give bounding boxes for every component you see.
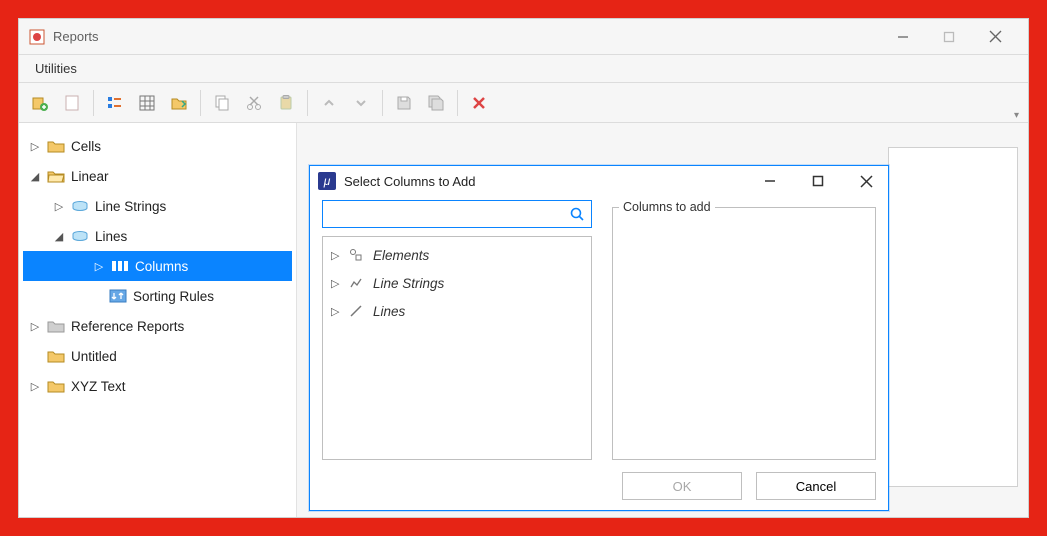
- minimize-button[interactable]: [880, 19, 926, 55]
- dialog-minimize-button[interactable]: [760, 175, 780, 188]
- move-up-button[interactable]: [314, 88, 344, 118]
- available-item-linestrings[interactable]: ▷ Line Strings: [327, 269, 587, 297]
- chevron-down-icon: ◢: [53, 230, 65, 243]
- maximize-button[interactable]: [926, 19, 972, 55]
- available-columns-tree[interactable]: ▷ Elements ▷ Line Strings ▷ Lines: [322, 236, 592, 460]
- folder-grey-icon: [47, 317, 65, 335]
- sort-icon: [109, 287, 127, 305]
- toolbar-separator: [200, 90, 201, 116]
- tree-item-reference-reports[interactable]: ▷ Reference Reports: [23, 311, 292, 341]
- dialog-title: Select Columns to Add: [344, 174, 476, 189]
- columns-icon: [111, 257, 129, 275]
- tree-item-sorting-rules[interactable]: Sorting Rules: [23, 281, 292, 311]
- chevron-right-icon: ▷: [53, 200, 65, 213]
- toolbar-overflow-icon[interactable]: ▾: [1014, 110, 1024, 120]
- toolbar: ▾: [19, 83, 1028, 123]
- chevron-right-icon: ▷: [29, 320, 41, 333]
- tree-item-label: Lines: [95, 229, 127, 244]
- linestring-icon: [349, 276, 365, 290]
- navigator-tree[interactable]: ▷ Cells ◢ Linear ▷: [19, 123, 297, 517]
- chevron-right-icon: ▷: [331, 277, 341, 290]
- dialog-body: ▷ Elements ▷ Line Strings ▷ Lines: [322, 200, 876, 460]
- empty-panel: [888, 147, 1018, 487]
- chevron-right-icon: ▷: [93, 260, 105, 273]
- tree-item-columns[interactable]: ▷ Columns: [23, 251, 292, 281]
- toolbar-separator: [307, 90, 308, 116]
- reports-window: Reports Utilities: [18, 18, 1029, 518]
- columns-to-add-legend: Columns to add: [619, 200, 715, 214]
- save-button[interactable]: [389, 88, 419, 118]
- tree-item-linear[interactable]: ◢ Linear: [23, 161, 292, 191]
- chevron-right-icon: ▷: [29, 140, 41, 153]
- select-columns-dialog: μ Select Columns to Add ▷: [309, 165, 889, 511]
- line-icon: [349, 304, 365, 318]
- tree-item-label: XYZ Text: [71, 379, 126, 394]
- dialog-window-controls: [760, 175, 880, 188]
- close-button[interactable]: [972, 19, 1018, 55]
- tree-item-label: Linear: [71, 169, 109, 184]
- available-item-lines[interactable]: ▷ Lines: [327, 297, 587, 325]
- stack-icon: [71, 197, 89, 215]
- tree-item-xyz-text[interactable]: ▷ XYZ Text: [23, 371, 292, 401]
- selected-columns-section: Columns to add: [612, 200, 876, 460]
- toolbar-separator: [382, 90, 383, 116]
- tree-item-label: Line Strings: [95, 199, 166, 214]
- dialog-buttons: OK Cancel: [622, 472, 876, 500]
- chevron-right-icon: ▷: [29, 380, 41, 393]
- properties-button[interactable]: [100, 88, 130, 118]
- ok-button[interactable]: OK: [622, 472, 742, 500]
- available-columns-section: ▷ Elements ▷ Line Strings ▷ Lines: [322, 200, 592, 460]
- folder-icon: [47, 137, 65, 155]
- cut-button[interactable]: [239, 88, 269, 118]
- tree-item-lines[interactable]: ◢ Lines: [23, 221, 292, 251]
- tree-item-label: Columns: [135, 259, 188, 274]
- available-item-label: Line Strings: [373, 276, 444, 291]
- available-item-label: Lines: [373, 304, 405, 319]
- paste-button[interactable]: [271, 88, 301, 118]
- new-button[interactable]: [25, 88, 55, 118]
- window-controls: [880, 19, 1018, 55]
- tree-item-untitled[interactable]: Untitled: [23, 341, 292, 371]
- table-button[interactable]: [132, 88, 162, 118]
- folder-open-icon: [47, 167, 65, 185]
- dialog-maximize-button[interactable]: [808, 175, 828, 188]
- tree-item-label: Cells: [71, 139, 101, 154]
- app-icon: [29, 29, 45, 45]
- microstation-icon: μ: [318, 172, 336, 190]
- stack-icon: [71, 227, 89, 245]
- folder-icon: [47, 347, 65, 365]
- chevron-right-icon: ▷: [331, 305, 341, 318]
- available-item-elements[interactable]: ▷ Elements: [327, 241, 587, 269]
- window-title: Reports: [53, 29, 99, 44]
- save-all-button[interactable]: [421, 88, 451, 118]
- menu-utilities[interactable]: Utilities: [27, 57, 85, 80]
- window-titlebar: Reports: [19, 19, 1028, 55]
- export-button[interactable]: [164, 88, 194, 118]
- search-icon[interactable]: [569, 206, 585, 222]
- chevron-down-icon: ◢: [29, 170, 41, 183]
- search-input[interactable]: [329, 206, 569, 223]
- blank-button[interactable]: [57, 88, 87, 118]
- tree-item-label: Untitled: [71, 349, 117, 364]
- tree-item-cells[interactable]: ▷ Cells: [23, 131, 292, 161]
- delete-button[interactable]: [464, 88, 494, 118]
- dialog-titlebar[interactable]: μ Select Columns to Add: [310, 166, 888, 196]
- copy-button[interactable]: [207, 88, 237, 118]
- toolbar-separator: [457, 90, 458, 116]
- columns-to-add-fieldset: Columns to add: [612, 200, 876, 460]
- available-item-label: Elements: [373, 248, 429, 263]
- elements-icon: [349, 248, 365, 262]
- chevron-right-icon: ▷: [331, 249, 341, 262]
- search-box[interactable]: [322, 200, 592, 228]
- cancel-button[interactable]: Cancel: [756, 472, 876, 500]
- menubar: Utilities: [19, 55, 1028, 83]
- toolbar-separator: [93, 90, 94, 116]
- move-down-button[interactable]: [346, 88, 376, 118]
- dialog-close-button[interactable]: [856, 175, 876, 188]
- folder-icon: [47, 377, 65, 395]
- tree-item-label: Reference Reports: [71, 319, 184, 334]
- tree-item-label: Sorting Rules: [133, 289, 214, 304]
- tree-item-linestrings[interactable]: ▷ Line Strings: [23, 191, 292, 221]
